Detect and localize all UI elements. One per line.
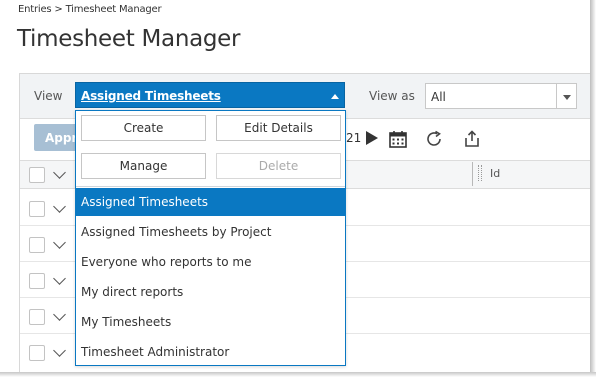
view-as-value[interactable]: All <box>431 90 446 104</box>
column-resize-grip-icon[interactable] <box>478 165 482 181</box>
view-option-everyone-who-reports-to-me[interactable]: Everyone who reports to me <box>76 248 345 276</box>
view-option-timesheet-administrator[interactable]: Timesheet Administrator <box>76 338 345 366</box>
view-option-assigned-timesheets[interactable]: Assigned Timesheets <box>76 188 345 216</box>
view-option-assigned-timesheets-by-project[interactable]: Assigned Timesheets by Project <box>76 218 345 246</box>
view-option-my-timesheets[interactable]: My Timesheets <box>76 308 345 336</box>
row-checkbox[interactable] <box>29 237 45 253</box>
refresh-icon[interactable] <box>424 129 444 149</box>
row-checkbox[interactable] <box>29 345 45 361</box>
caret-up-icon[interactable] <box>331 94 339 99</box>
row-checkbox[interactable] <box>29 273 45 289</box>
next-period-icon[interactable] <box>366 131 378 145</box>
row-checkbox[interactable] <box>29 309 45 325</box>
page-title: Timesheet Manager <box>17 26 241 52</box>
window-shadow-bottom <box>0 372 596 377</box>
view-as-divider <box>556 84 557 108</box>
create-view-button[interactable]: Create <box>81 115 206 141</box>
view-option-my-direct-reports[interactable]: My direct reports <box>76 278 345 306</box>
column-header-id[interactable]: Id <box>490 167 500 180</box>
row-checkbox[interactable] <box>29 201 45 217</box>
date-range-text: 21 <box>346 131 362 145</box>
manage-views-button[interactable]: Manage <box>81 153 206 179</box>
column-separator[interactable] <box>472 162 473 186</box>
delete-view-button: Delete <box>216 153 341 179</box>
caret-down-icon[interactable] <box>563 95 571 100</box>
dropdown-divider <box>76 186 345 187</box>
window-shadow-right <box>590 0 596 377</box>
export-icon[interactable] <box>462 129 482 149</box>
calendar-icon[interactable] <box>388 129 408 149</box>
select-all-checkbox[interactable] <box>29 167 45 183</box>
edit-details-button[interactable]: Edit Details <box>216 115 341 141</box>
view-label: View <box>34 89 63 103</box>
view-as-select[interactable] <box>425 83 577 109</box>
view-as-label: View as <box>369 89 415 103</box>
view-select-value[interactable]: Assigned Timesheets <box>81 89 221 103</box>
breadcrumb[interactable]: Entries > Timesheet Manager <box>18 4 162 15</box>
